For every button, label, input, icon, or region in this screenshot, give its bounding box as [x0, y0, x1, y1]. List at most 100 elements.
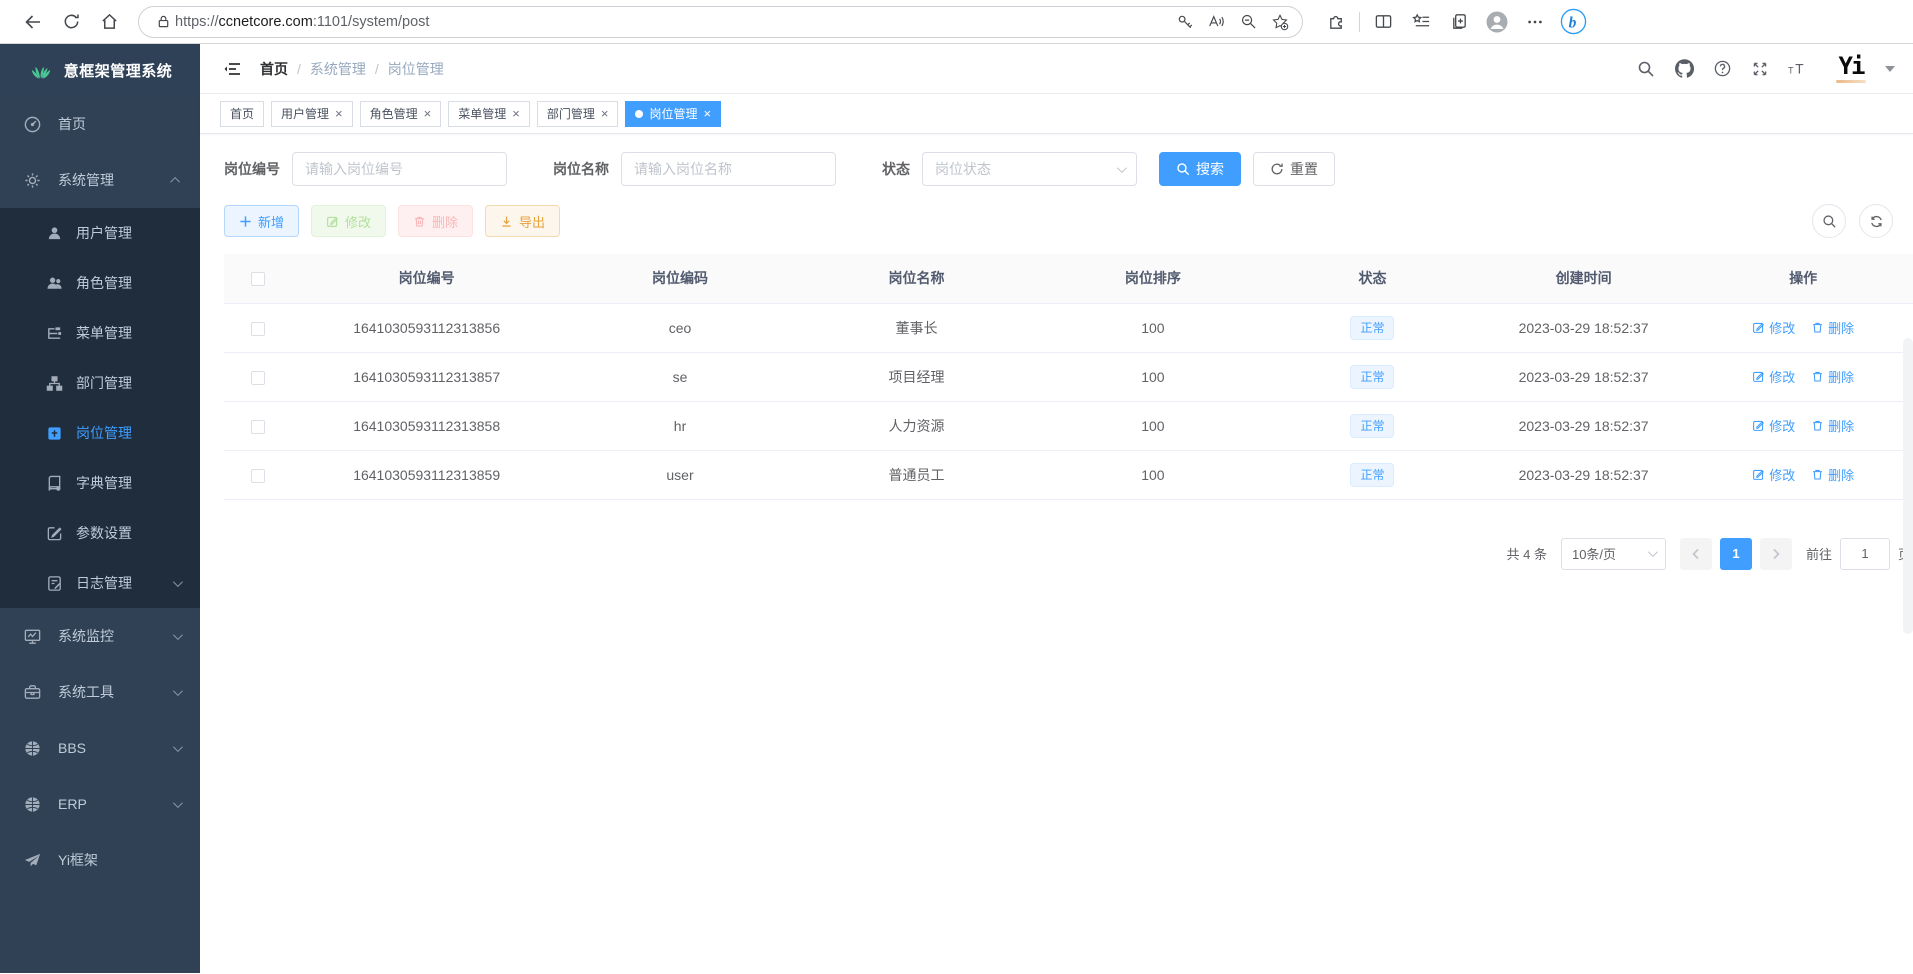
sidebar-item-parameter-settings[interactable]: 参数设置: [0, 508, 200, 558]
tab-role-management[interactable]: 角色管理×: [360, 101, 442, 127]
password-key-icon[interactable]: [1168, 5, 1200, 39]
bing-copilot-icon[interactable]: b: [1554, 5, 1592, 39]
browser-home-button[interactable]: [90, 5, 128, 39]
add-button[interactable]: 新增: [224, 205, 299, 237]
browser-refresh-button[interactable]: [52, 5, 90, 39]
filter-post-code: 岗位编号: [224, 152, 507, 186]
row-checkbox[interactable]: [251, 322, 265, 336]
post-name-input[interactable]: [621, 152, 836, 186]
next-page-button[interactable]: [1760, 538, 1792, 570]
chevron-down-icon: [173, 742, 183, 752]
toolbox-icon: [20, 680, 44, 704]
sidebar-item-dictionary-management[interactable]: 字典管理: [0, 458, 200, 508]
row-checkbox[interactable]: [251, 420, 265, 434]
close-icon[interactable]: ×: [335, 107, 343, 120]
tab-post-management[interactable]: 岗位管理×: [625, 101, 721, 127]
sidebar-item-home[interactable]: 首页: [0, 96, 200, 152]
row-checkbox[interactable]: [251, 371, 265, 385]
svg-text:T: T: [1795, 61, 1804, 76]
browser-profile-avatar[interactable]: [1478, 5, 1516, 39]
sidebar-item-user-management[interactable]: 用户管理: [0, 208, 200, 258]
zoom-out-icon[interactable]: [1232, 5, 1264, 39]
collections-icon[interactable]: [1440, 5, 1478, 39]
breadcrumb-system[interactable]: 系统管理: [310, 59, 366, 79]
search-icon[interactable]: [1631, 54, 1661, 84]
org-tree-icon: [44, 373, 64, 393]
top-navbar: 首页 / 系统管理 / 岗位管理 TT: [200, 44, 1913, 94]
sidebar-item-menu-management[interactable]: 菜单管理: [0, 308, 200, 358]
sidebar-item-post-management[interactable]: 岗位管理: [0, 408, 200, 458]
sidebar-item-system-monitor[interactable]: 系统监控: [0, 608, 200, 664]
sidebar-item-role-management[interactable]: 角色管理: [0, 258, 200, 308]
sidebar-fold-icon[interactable]: [218, 55, 246, 83]
plus-icon: [239, 215, 252, 228]
tab-menu-management[interactable]: 菜单管理×: [448, 101, 530, 127]
row-edit-button[interactable]: 修改: [1752, 465, 1795, 484]
row-edit-button[interactable]: 修改: [1752, 367, 1795, 386]
user-menu-caret-icon[interactable]: [1885, 66, 1895, 72]
close-icon[interactable]: ×: [601, 107, 609, 120]
row-delete-button[interactable]: 删除: [1811, 318, 1854, 337]
reset-button[interactable]: 重置: [1253, 152, 1335, 186]
row-edit-button[interactable]: 修改: [1752, 416, 1795, 435]
status-select[interactable]: 岗位状态: [922, 152, 1137, 186]
goto-page-input[interactable]: [1840, 538, 1890, 570]
row-checkbox[interactable]: [251, 469, 265, 483]
sidebar: 意框架管理系统 首页 系统管理 用户管理 角色管理: [0, 44, 200, 973]
extensions-icon[interactable]: [1317, 5, 1355, 39]
show-search-toggle-button[interactable]: [1812, 204, 1846, 238]
scrollbar-track[interactable]: [1903, 338, 1913, 634]
page-size-select[interactable]: 10条/页: [1561, 538, 1666, 570]
breadcrumb-home[interactable]: 首页: [260, 59, 288, 79]
edit-square-icon: [44, 523, 64, 543]
row-delete-button[interactable]: 删除: [1811, 416, 1854, 435]
browser-settings-menu-icon[interactable]: [1516, 5, 1554, 39]
sidebar-item-yi-framework[interactable]: Yi框架: [0, 832, 200, 888]
sidebar-item-department-management[interactable]: 部门管理: [0, 358, 200, 408]
add-favorite-icon[interactable]: [1264, 5, 1296, 39]
url-text[interactable]: https://ccnetcore.com:1101/system/post: [175, 14, 1168, 30]
row-delete-button[interactable]: 删除: [1811, 465, 1854, 484]
row-delete-button[interactable]: 删除: [1811, 367, 1854, 386]
table-tools: [1812, 204, 1893, 238]
filter-post-name: 岗位名称: [553, 152, 836, 186]
tab-home[interactable]: 首页: [220, 101, 264, 127]
system-submenu: 用户管理 角色管理 菜单管理 部门管理 岗位管理: [0, 208, 200, 608]
lock-icon: [151, 5, 175, 39]
font-size-icon[interactable]: TT: [1783, 54, 1813, 84]
close-icon[interactable]: ×: [703, 107, 711, 120]
read-aloud-icon[interactable]: [1200, 5, 1232, 39]
help-icon[interactable]: [1707, 54, 1737, 84]
address-bar[interactable]: https://ccnetcore.com:1101/system/post: [138, 6, 1303, 38]
export-button[interactable]: 导出: [485, 205, 560, 237]
tab-user-management[interactable]: 用户管理×: [271, 101, 353, 127]
row-edit-button[interactable]: 修改: [1752, 318, 1795, 337]
close-icon[interactable]: ×: [424, 107, 432, 120]
close-icon[interactable]: ×: [512, 107, 520, 120]
chevron-left-icon: [1690, 548, 1702, 560]
github-icon[interactable]: [1669, 54, 1699, 84]
delete-button[interactable]: 删除: [398, 205, 473, 237]
post-code-input[interactable]: [292, 152, 507, 186]
refresh-table-button[interactable]: [1859, 204, 1893, 238]
sidebar-item-bbs[interactable]: BBS: [0, 720, 200, 776]
browser-back-button[interactable]: [14, 5, 52, 39]
sidebar-item-system-tools[interactable]: 系统工具: [0, 664, 200, 720]
split-screen-icon[interactable]: [1364, 5, 1402, 39]
sidebar-item-system-management[interactable]: 系统管理: [0, 152, 200, 208]
trash-icon: [1811, 370, 1824, 383]
chevron-right-icon: [1770, 548, 1782, 560]
fullscreen-icon[interactable]: [1745, 54, 1775, 84]
prev-page-button[interactable]: [1680, 538, 1712, 570]
sidebar-item-log-management[interactable]: 日志管理: [0, 558, 200, 608]
page-number-1[interactable]: 1: [1720, 538, 1752, 570]
search-button[interactable]: 搜索: [1159, 152, 1241, 186]
breadcrumb: 首页 / 系统管理 / 岗位管理: [260, 59, 444, 79]
sidebar-item-erp[interactable]: ERP: [0, 776, 200, 832]
user-avatar[interactable]: Yi: [1831, 49, 1871, 89]
gear-icon: [20, 168, 44, 192]
tab-department-management[interactable]: 部门管理×: [537, 101, 619, 127]
edit-button[interactable]: 修改: [311, 205, 386, 237]
favorites-bar-icon[interactable]: [1402, 5, 1440, 39]
select-all-checkbox[interactable]: [251, 272, 265, 286]
